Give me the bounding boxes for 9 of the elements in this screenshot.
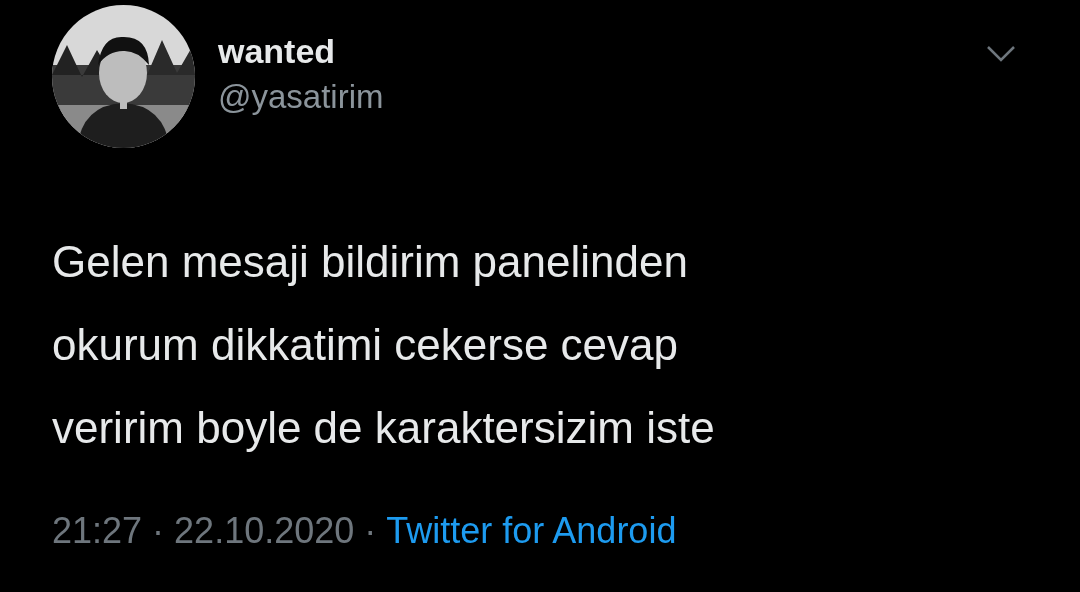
source-link[interactable]: Twitter for Android (386, 509, 677, 553)
tweet-timestamp: 22.10.2020 (174, 509, 355, 553)
separator-dot: · (364, 509, 377, 553)
user-name[interactable]: wanted (218, 29, 384, 73)
separator-dot: · (152, 509, 165, 553)
tweet-text: Gelen mesaji bildirim panelinden okurum dikkatimi cekerse cevap veririm boyle de karaktersizim iste (52, 236, 716, 454)
user-handle[interactable]: @yasatirim (218, 73, 384, 121)
tweet-timestamp: 21:27 (52, 509, 143, 553)
chevron-down-icon[interactable] (986, 45, 1016, 63)
